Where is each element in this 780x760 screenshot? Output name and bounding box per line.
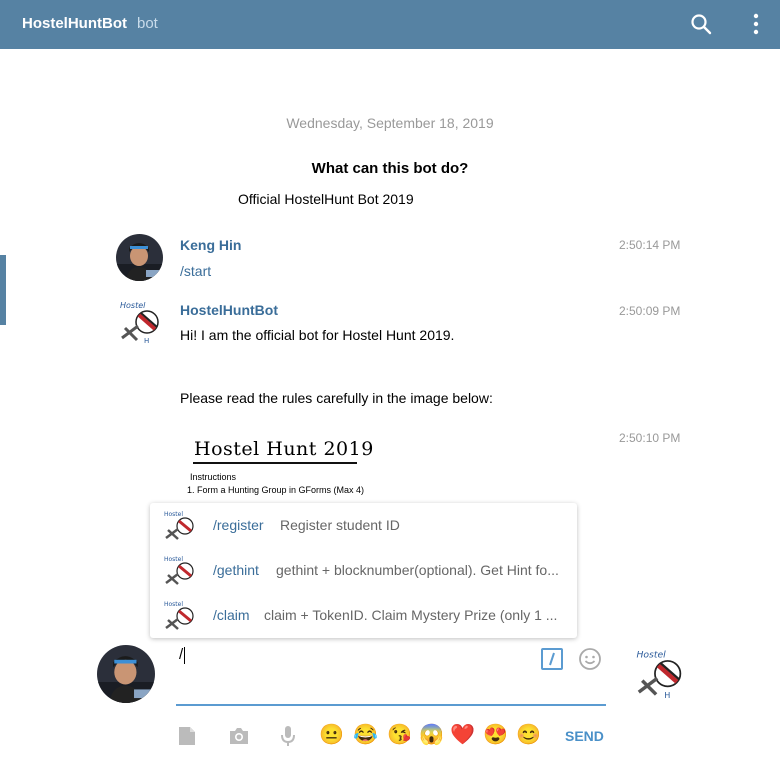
rules-image[interactable]: Hostel Hunt 2019 Instructions 1. Form a … (180, 432, 400, 502)
emoji-smile[interactable]: 😊 (516, 723, 541, 747)
bot-avatar[interactable]: Hostel H (633, 645, 685, 700)
date-separator: Wednesday, September 18, 2019 (286, 115, 494, 131)
slash-command-icon[interactable] (541, 648, 563, 670)
svg-text:Hostel: Hostel (164, 556, 183, 563)
message-sender[interactable]: Keng Hin (180, 237, 241, 253)
avatar[interactable] (116, 234, 163, 281)
rules-image-heading: Instructions (190, 472, 237, 482)
command-name: /gethint (213, 562, 259, 578)
camera-icon[interactable] (228, 725, 250, 747)
message-sender[interactable]: HostelHuntBot (180, 302, 278, 318)
chat-subtitle: bot (137, 15, 158, 32)
bot-avatar: Hostel (164, 556, 194, 585)
more-vertical-icon[interactable] (746, 12, 766, 36)
microphone-icon[interactable] (277, 725, 299, 747)
search-icon[interactable] (689, 12, 713, 36)
divider (193, 462, 357, 464)
emoji-scream[interactable]: 😱 (419, 723, 444, 747)
message-command-link[interactable]: /start (180, 263, 211, 279)
bot-info-description: Official HostelHunt Bot 2019 (238, 191, 414, 207)
command-suggestions: Hostel /register Register student ID Hos… (150, 503, 577, 638)
svg-text:Hostel: Hostel (164, 511, 183, 518)
message-time: 2:50:14 PM (619, 238, 681, 252)
chat-title[interactable]: HostelHuntBot (22, 15, 127, 32)
emoji-heart[interactable]: ❤️ (450, 723, 475, 747)
command-description: gethint + blocknumber(optional). Get Hin… (276, 562, 559, 578)
bot-avatar: Hostel (164, 601, 194, 630)
rules-image-text: 1. Form a Hunting Group in GForms (Max 4… (187, 485, 365, 495)
message-text: Please read the rules carefully in the i… (180, 390, 493, 406)
smiley-icon[interactable] (578, 647, 602, 671)
emoji-heart-eyes[interactable]: 😍 (483, 723, 508, 747)
svg-text:H: H (664, 690, 670, 700)
emoji-kiss[interactable]: 😘 (387, 723, 412, 747)
message-time: 2:50:10 PM (619, 431, 681, 445)
svg-text:Hostel: Hostel (164, 601, 183, 608)
bot-info-heading: What can this bot do? (311, 160, 469, 177)
command-suggestion[interactable]: Hostel /gethint gethint + blocknumber(op… (150, 548, 577, 593)
bot-avatar: Hostel (164, 511, 194, 540)
message-input-value: / (179, 646, 186, 664)
message-time: 2:50:09 PM (619, 304, 681, 318)
command-description: Register student ID (280, 517, 400, 533)
command-suggestion[interactable]: Hostel /claim claim + TokenID. Claim Mys… (150, 593, 577, 638)
my-avatar[interactable] (97, 645, 155, 703)
command-description: claim + TokenID. Claim Mystery Prize (on… (264, 607, 558, 623)
message-text: Hi! I am the official bot for Hostel Hun… (180, 327, 455, 343)
header-bar: HostelHuntBot bot (0, 0, 780, 49)
send-button[interactable]: SEND (565, 728, 604, 744)
command-suggestion[interactable]: Hostel /register Register student ID (150, 503, 577, 548)
composer-toolbar: 😐 😂 😘 😱 ❤️ 😍 😊 SEND (0, 720, 780, 752)
command-name: /claim (213, 607, 250, 623)
emoji-neutral[interactable]: 😐 (319, 723, 344, 747)
svg-text:H: H (144, 337, 149, 344)
bot-avatar[interactable]: Hostel H (117, 298, 162, 344)
svg-text:Hostel: Hostel (120, 301, 146, 310)
command-name: /register (213, 517, 264, 533)
file-icon[interactable] (176, 725, 198, 747)
emoji-laughing[interactable]: 😂 (353, 723, 378, 747)
rules-image-title: Hostel Hunt 2019 (194, 438, 374, 460)
selection-indicator (0, 255, 6, 325)
svg-text:Hostel: Hostel (636, 649, 666, 660)
